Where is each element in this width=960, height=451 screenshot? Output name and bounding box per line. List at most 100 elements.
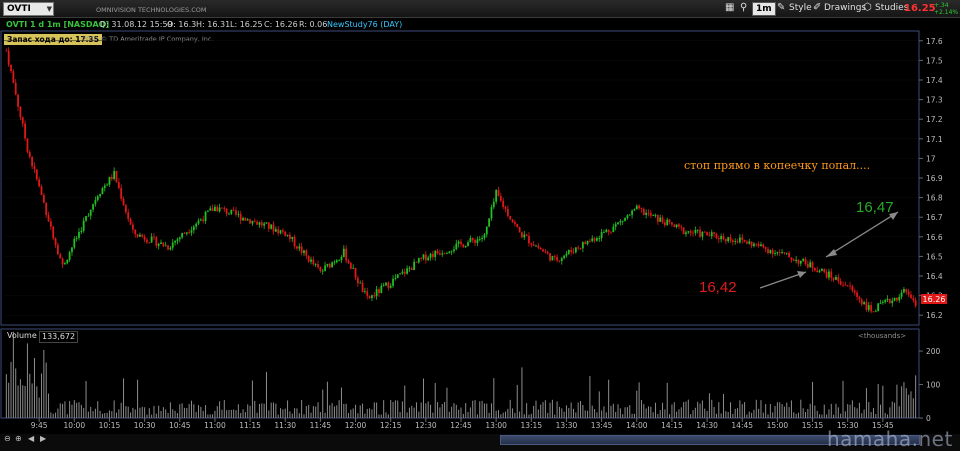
candle-body — [619, 220, 622, 223]
volume-bar — [908, 394, 910, 418]
exit-arrow-head — [826, 249, 837, 257]
candle-body — [806, 263, 809, 268]
candle-body — [893, 297, 896, 301]
volume-bar — [179, 404, 181, 418]
candle-body — [59, 254, 62, 259]
candle-body — [174, 240, 176, 243]
candle-body — [197, 220, 200, 224]
volume-bar — [338, 400, 340, 418]
candle-body — [31, 156, 34, 167]
candle-body — [757, 244, 760, 247]
volume-bar — [497, 410, 499, 418]
volume-bar — [284, 408, 286, 418]
candle-body — [263, 223, 266, 226]
volume-bar — [844, 411, 846, 418]
exit-arrow — [825, 211, 899, 258]
price-tick-label: 16.4 — [926, 272, 943, 281]
volume-bar — [687, 399, 689, 418]
price-tick-label: 17.1 — [926, 135, 943, 144]
volume-bar — [783, 406, 785, 418]
volume-bar — [905, 388, 907, 418]
candle-body — [699, 229, 701, 237]
volume-bar — [352, 408, 354, 418]
volume-bar — [444, 401, 446, 418]
candle-body — [124, 205, 127, 213]
candle-body — [342, 248, 345, 257]
volume-bar — [214, 410, 216, 418]
zoom-out-icon[interactable]: ⊖ — [4, 434, 11, 443]
candle-body — [408, 268, 411, 269]
candle-body — [310, 259, 312, 262]
volume-bar — [507, 408, 509, 418]
volume-bar — [643, 404, 645, 418]
candle-body — [645, 212, 648, 215]
volume-bar — [673, 402, 675, 418]
candle-body — [774, 253, 776, 254]
candle-body — [401, 271, 404, 274]
volume-bar — [242, 409, 244, 418]
candle-body — [235, 210, 237, 215]
volume-bar — [594, 409, 596, 418]
volume-bar — [755, 399, 757, 418]
volume-bar — [683, 402, 685, 418]
candle-body — [666, 219, 669, 226]
candle-body — [881, 302, 884, 304]
price-chart[interactable]: 17.6 17.5 17.4 17.3 17.2 17.1 17 16.9 16.8 16.7 16… — [0, 0, 960, 451]
volume-tick-label: 0 — [926, 414, 931, 423]
volume-bar — [350, 409, 352, 418]
volume-bar — [809, 403, 811, 418]
volume-bar — [462, 413, 464, 418]
volume-bar — [235, 410, 237, 418]
candle-body — [270, 224, 273, 229]
candle-body — [94, 200, 97, 205]
volume-bar — [430, 404, 432, 418]
volume-bar — [880, 404, 882, 418]
candle-body — [628, 214, 631, 216]
time-tick-label: 12:00 — [345, 421, 367, 430]
candle-body — [867, 305, 870, 310]
volume-bar — [467, 411, 469, 418]
volume-bar — [596, 412, 598, 418]
candle-body — [760, 244, 762, 247]
candle-body — [689, 231, 692, 233]
volume-bar — [343, 403, 345, 418]
candle-body — [209, 208, 212, 211]
volume-bar — [256, 412, 258, 418]
volume-bar — [584, 410, 586, 418]
volume-bar — [582, 404, 584, 418]
candle-body — [434, 250, 437, 258]
volume-bar — [692, 410, 694, 418]
candle-body — [771, 250, 774, 254]
candle-body — [424, 254, 427, 261]
volume-bar — [690, 414, 692, 418]
candle-body — [731, 240, 734, 242]
price-tick-label: 17.6 — [926, 37, 943, 46]
scroll-left-icon[interactable]: ◀ — [28, 434, 34, 443]
zoom-in-icon[interactable]: ⊕ — [15, 434, 22, 443]
volume-bar — [800, 399, 802, 418]
candle-body — [150, 236, 153, 243]
volume-bar — [10, 361, 12, 418]
volume-bar — [251, 380, 253, 418]
candle-body — [225, 208, 228, 214]
volume-bar — [221, 409, 223, 418]
volume-bar — [910, 391, 912, 418]
volume-units: <thousands> — [858, 332, 907, 340]
candle-body — [673, 224, 676, 227]
volume-bar — [591, 405, 593, 418]
candle-body — [471, 238, 474, 241]
price-tick-label: 16.5 — [926, 252, 943, 261]
candle-body — [769, 250, 772, 253]
candle-body — [542, 249, 544, 252]
candle-body — [338, 260, 341, 261]
candle-body — [38, 179, 41, 187]
candle-body — [14, 82, 17, 95]
candle-body — [598, 237, 601, 239]
volume-bar — [812, 381, 814, 418]
candle-body — [232, 209, 235, 211]
candle-body — [579, 248, 582, 249]
scroll-right-icon[interactable]: ▶ — [40, 434, 46, 443]
candle-body — [708, 235, 711, 237]
volume-bar — [894, 402, 896, 418]
volume-bar — [71, 404, 73, 418]
